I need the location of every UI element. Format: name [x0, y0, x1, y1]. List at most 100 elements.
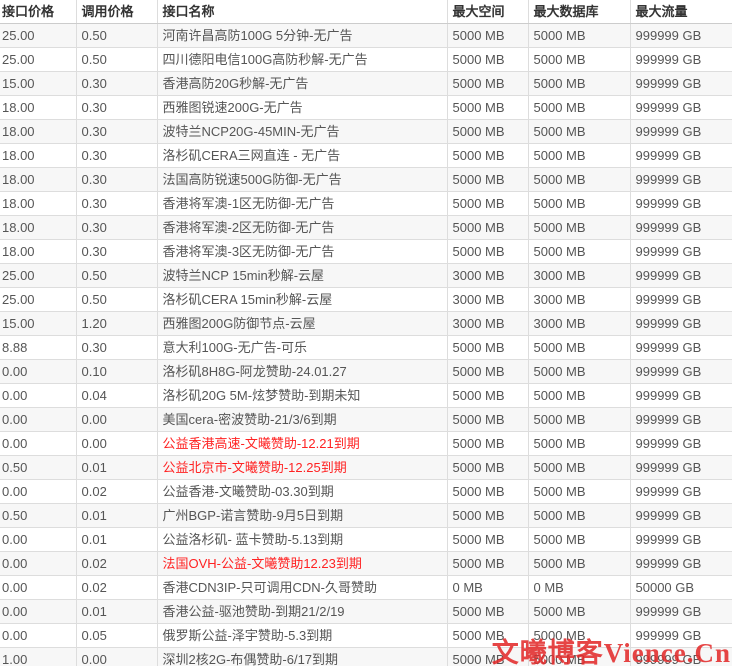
cell-max-database: 5000 MB	[528, 360, 630, 384]
cell-max-database: 5000 MB	[528, 192, 630, 216]
cell-max-space: 5000 MB	[447, 96, 528, 120]
cell-interface-price: 0.00	[0, 624, 76, 648]
cell-call-price: 0.10	[76, 360, 157, 384]
table-row: 18.00 0.30 波特兰NCP20G-45MIN-无广告 5000 MB 5…	[0, 120, 732, 144]
cell-interface-price: 0.00	[0, 384, 76, 408]
cell-interface-name: 法国高防锐速500G防御-无广告	[157, 168, 447, 192]
cell-max-traffic: 50000 GB	[630, 576, 732, 600]
cell-max-space: 5000 MB	[447, 360, 528, 384]
cell-max-database: 5000 MB	[528, 144, 630, 168]
cell-max-space: 5000 MB	[447, 144, 528, 168]
table-row: 25.00 0.50 河南许昌高防100G 5分钟-无广告 5000 MB 50…	[0, 24, 732, 48]
cell-call-price: 0.30	[76, 216, 157, 240]
cell-max-traffic: 999999 GB	[630, 240, 732, 264]
cell-call-price: 0.50	[76, 48, 157, 72]
cell-max-traffic: 999999 GB	[630, 408, 732, 432]
cell-call-price: 0.30	[76, 144, 157, 168]
cell-max-traffic: 999999 GB	[630, 168, 732, 192]
cell-max-traffic: 999999 GB	[630, 336, 732, 360]
cell-call-price: 0.02	[76, 576, 157, 600]
cell-interface-name: 香港将军澳-3区无防御-无广告	[157, 240, 447, 264]
cell-interface-price: 0.00	[0, 552, 76, 576]
table-row: 0.00 0.05 俄罗斯公益-泽宇赞助-5.3到期 5000 MB 5000 …	[0, 624, 732, 648]
cell-interface-name: 法国OVH-公益-文曦赞助12.23到期	[157, 552, 447, 576]
cell-max-traffic: 999999 GB	[630, 96, 732, 120]
table-row: 18.00 0.30 香港将军澳-2区无防御-无广告 5000 MB 5000 …	[0, 216, 732, 240]
cell-max-space: 5000 MB	[447, 432, 528, 456]
cell-max-traffic: 999999 GB	[630, 24, 732, 48]
cell-max-database: 5000 MB	[528, 120, 630, 144]
cell-interface-price: 0.00	[0, 360, 76, 384]
cell-interface-name: 洛杉矶CERA三网直连 - 无广告	[157, 144, 447, 168]
cell-max-database: 5000 MB	[528, 600, 630, 624]
cell-max-database: 5000 MB	[528, 480, 630, 504]
cell-interface-name: 广州BGP-诺言赞助-9月5日到期	[157, 504, 447, 528]
table-row: 18.00 0.30 洛杉矶CERA三网直连 - 无广告 5000 MB 500…	[0, 144, 732, 168]
cell-call-price: 0.30	[76, 96, 157, 120]
cell-interface-name: 香港高防20G秒解-无广告	[157, 72, 447, 96]
cell-max-traffic: 999999 GB	[630, 288, 732, 312]
column-header-max-traffic: 最大流量	[630, 0, 732, 24]
cell-interface-name: 公益香港-文曦赞助-03.30到期	[157, 480, 447, 504]
cell-max-space: 5000 MB	[447, 648, 528, 666]
cell-max-traffic: 999999 GB	[630, 552, 732, 576]
cell-max-traffic: 999999 GB	[630, 504, 732, 528]
table-row: 0.00 0.01 香港公益-驱池赞助-到期21/2/19 5000 MB 50…	[0, 600, 732, 624]
cell-interface-price: 18.00	[0, 240, 76, 264]
table-row: 0.00 0.01 公益洛杉矶- 蓝卡赞助-5.13到期 5000 MB 500…	[0, 528, 732, 552]
cell-max-space: 5000 MB	[447, 504, 528, 528]
cell-interface-price: 8.88	[0, 336, 76, 360]
table-row: 0.00 0.10 洛杉矶8H8G-阿龙赞助-24.01.27 5000 MB …	[0, 360, 732, 384]
cell-interface-name: 香港将军澳-2区无防御-无广告	[157, 216, 447, 240]
cell-interface-name: 洛杉矶8H8G-阿龙赞助-24.01.27	[157, 360, 447, 384]
table-row: 0.00 0.00 公益香港高速-文曦赞助-12.21到期 5000 MB 50…	[0, 432, 732, 456]
table-row: 0.50 0.01 广州BGP-诺言赞助-9月5日到期 5000 MB 5000…	[0, 504, 732, 528]
cell-interface-name: 美国cera-密波赞助-21/3/6到期	[157, 408, 447, 432]
cell-interface-price: 0.00	[0, 576, 76, 600]
cell-call-price: 1.20	[76, 312, 157, 336]
cell-max-traffic: 999999 GB	[630, 312, 732, 336]
cell-interface-price: 1.00	[0, 648, 76, 666]
cell-interface-price: 25.00	[0, 288, 76, 312]
cell-interface-name: 波特兰NCP20G-45MIN-无广告	[157, 120, 447, 144]
cell-interface-price: 25.00	[0, 48, 76, 72]
table-body: 25.00 0.50 河南许昌高防100G 5分钟-无广告 5000 MB 50…	[0, 24, 732, 666]
cell-interface-name: 河南许昌高防100G 5分钟-无广告	[157, 24, 447, 48]
cell-interface-name: 洛杉矶20G 5M-炫梦赞助-到期未知	[157, 384, 447, 408]
cell-max-space: 5000 MB	[447, 600, 528, 624]
cell-max-space: 3000 MB	[447, 288, 528, 312]
cell-max-space: 5000 MB	[447, 120, 528, 144]
cell-call-price: 0.30	[76, 120, 157, 144]
cell-max-space: 5000 MB	[447, 480, 528, 504]
cell-max-space: 5000 MB	[447, 408, 528, 432]
cell-call-price: 0.00	[76, 648, 157, 666]
cell-interface-name: 四川德阳电信100G高防秒解-无广告	[157, 48, 447, 72]
cell-max-database: 3000 MB	[528, 264, 630, 288]
cell-max-traffic: 999999 GB	[630, 624, 732, 648]
cell-max-database: 5000 MB	[528, 552, 630, 576]
cell-call-price: 0.30	[76, 168, 157, 192]
cell-max-database: 5000 MB	[528, 72, 630, 96]
cell-max-space: 5000 MB	[447, 72, 528, 96]
column-header-max-database: 最大数据库	[528, 0, 630, 24]
cell-call-price: 0.30	[76, 336, 157, 360]
cell-interface-price: 25.00	[0, 24, 76, 48]
cell-interface-price: 0.00	[0, 408, 76, 432]
interface-price-list-screen: 接口价格 调用价格 接口名称 最大空间 最大数据库 最大流量 25.00 0.5…	[0, 0, 732, 666]
cell-interface-name: 香港公益-驱池赞助-到期21/2/19	[157, 600, 447, 624]
table-row: 18.00 0.30 香港将军澳-1区无防御-无广告 5000 MB 5000 …	[0, 192, 732, 216]
cell-call-price: 0.50	[76, 24, 157, 48]
cell-max-space: 5000 MB	[447, 528, 528, 552]
cell-call-price: 0.50	[76, 288, 157, 312]
cell-max-database: 5000 MB	[528, 408, 630, 432]
table-row: 18.00 0.30 法国高防锐速500G防御-无广告 5000 MB 5000…	[0, 168, 732, 192]
table-row: 0.00 0.00 美国cera-密波赞助-21/3/6到期 5000 MB 5…	[0, 408, 732, 432]
cell-max-space: 5000 MB	[447, 192, 528, 216]
table-row: 18.00 0.30 西雅图锐速200G-无广告 5000 MB 5000 MB…	[0, 96, 732, 120]
column-header-interface-price: 接口价格	[0, 0, 76, 24]
table-row: 25.00 0.50 波特兰NCP 15min秒解-云屋 3000 MB 300…	[0, 264, 732, 288]
cell-max-traffic: 999999 GB	[630, 144, 732, 168]
table-row: 25.00 0.50 四川德阳电信100G高防秒解-无广告 5000 MB 50…	[0, 48, 732, 72]
cell-call-price: 0.02	[76, 552, 157, 576]
table-row: 15.00 0.30 香港高防20G秒解-无广告 5000 MB 5000 MB…	[0, 72, 732, 96]
